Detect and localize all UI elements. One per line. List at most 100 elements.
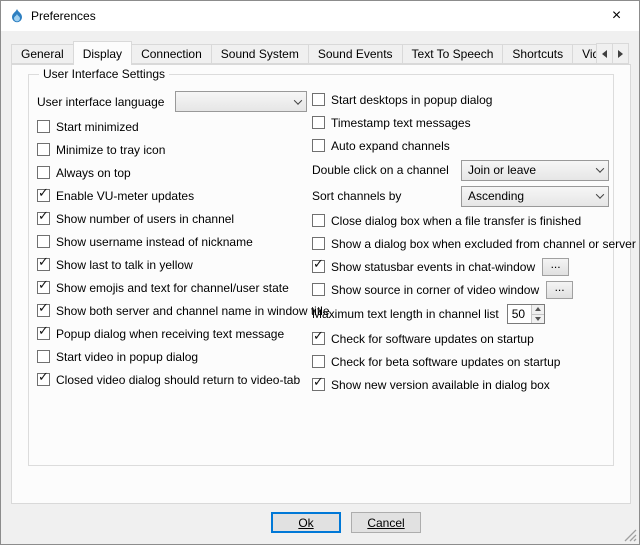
tab-label: Connection — [141, 47, 202, 61]
checkmark-icon — [38, 209, 49, 224]
left-column: User interface language Start minimized — [37, 88, 313, 391]
right-checkbox-list-mid: Close dialog box when a file transfer is… — [312, 209, 609, 301]
user-interface-settings-group: User Interface Settings User interface l… — [28, 74, 614, 466]
checkbox-row: Start video in popup dialog — [37, 345, 313, 368]
checkbox-row: Start desktops in popup dialog — [312, 88, 609, 111]
checkbox-row: Show username instead of nickname — [37, 230, 313, 253]
group-title: User Interface Settings — [39, 67, 169, 81]
checkmark-icon — [38, 370, 49, 385]
checkbox-label: Closed video dialog should return to vid… — [56, 373, 300, 387]
checkbox[interactable] — [312, 332, 325, 345]
language-dropdown[interactable] — [175, 91, 307, 112]
checkbox-label: Timestamp text messages — [331, 116, 471, 130]
chevron-down-icon — [596, 190, 604, 198]
checkbox[interactable] — [37, 281, 50, 294]
checkbox[interactable] — [37, 350, 50, 363]
checkbox-row: Check for beta software updates on start… — [312, 350, 609, 373]
checkbox[interactable] — [312, 283, 325, 296]
dropdown[interactable]: Join or leave — [461, 160, 609, 181]
right-checkbox-list-top: Start desktops in popup dialog Timestamp… — [312, 88, 609, 157]
checkbox-row: Show new version available in dialog box — [312, 373, 609, 396]
checkbox[interactable] — [37, 373, 50, 386]
checkbox[interactable] — [312, 214, 325, 227]
checkbox[interactable] — [312, 237, 325, 250]
close-button[interactable]: × — [594, 1, 639, 30]
checkbox-label: Show emojis and text for channel/user st… — [56, 281, 289, 295]
tab-label: Sound Events — [318, 47, 393, 61]
arrow-up-icon — [535, 307, 541, 311]
checkbox-label: Show a dialog box when excluded from cha… — [331, 237, 636, 251]
cancel-button-label: Cancel — [367, 516, 404, 530]
checkbox-row: Check for software updates on startup — [312, 327, 609, 350]
tab-label: Text To Speech — [412, 47, 494, 61]
checkbox[interactable] — [37, 235, 50, 248]
checkbox-row: Auto expand channels — [312, 134, 609, 157]
checkbox[interactable] — [37, 189, 50, 202]
checkbox-row: Show number of users in channel — [37, 207, 313, 230]
checkbox[interactable] — [37, 327, 50, 340]
checkbox[interactable] — [37, 143, 50, 156]
tab-bar: General Display Connection Sound System … — [11, 40, 629, 65]
checkbox[interactable] — [37, 258, 50, 271]
checkbox-row: Show last to talk in yellow — [37, 253, 313, 276]
checkbox-label: Auto expand channels — [331, 139, 450, 153]
checkbox-row: Popup dialog when receiving text message — [37, 322, 313, 345]
checkbox-label: Show statusbar events in chat-window — [331, 260, 535, 274]
checkbox-row: Show both server and channel name in win… — [37, 299, 313, 322]
tab-label: Shortcuts — [512, 47, 563, 61]
checkbox[interactable] — [37, 120, 50, 133]
checkmark-icon — [38, 324, 49, 339]
checkmark-icon — [38, 255, 49, 270]
arrow-down-icon — [535, 317, 541, 321]
chevron-down-icon — [596, 164, 604, 172]
checkbox[interactable] — [312, 260, 325, 273]
cancel-button[interactable]: Cancel — [351, 512, 421, 533]
ok-button-label: Ok — [298, 516, 313, 530]
checkbox[interactable] — [312, 93, 325, 106]
checkbox[interactable] — [37, 212, 50, 225]
spin-up-button[interactable] — [532, 305, 544, 315]
more-options-button[interactable]: ... — [542, 258, 569, 276]
checkbox-label: Show last to talk in yellow — [56, 258, 193, 272]
right-checkbox-list-bottom: Check for software updates on startup Ch… — [312, 327, 609, 396]
right-combo-list: Double click on a channel Join or leave … — [312, 157, 609, 209]
more-options-button[interactable]: ... — [546, 281, 573, 299]
max-text-length-row: Maximum text length in channel list 50 — [312, 301, 609, 327]
tab-label: General — [21, 47, 64, 61]
combo-label: Double click on a channel — [312, 163, 461, 177]
tab[interactable]: Sound System — [211, 44, 309, 64]
checkbox[interactable] — [312, 378, 325, 391]
checkbox[interactable] — [312, 139, 325, 152]
tab[interactable]: Display — [73, 41, 132, 65]
close-icon: × — [612, 7, 621, 25]
tab-label: Display — [83, 47, 122, 61]
chevron-right-icon — [618, 50, 623, 58]
checkbox[interactable] — [37, 304, 50, 317]
tab[interactable]: Connection — [131, 44, 212, 64]
window-title: Preferences — [31, 9, 96, 23]
tab[interactable]: Text To Speech — [402, 44, 504, 64]
preferences-dialog: Preferences × General Display Connection… — [0, 0, 640, 545]
checkbox[interactable] — [312, 116, 325, 129]
tab[interactable]: Sound Events — [308, 44, 403, 64]
dropdown[interactable]: Ascending — [461, 186, 609, 207]
tab-scroll-right-button[interactable] — [612, 43, 629, 64]
checkbox-label: Show username instead of nickname — [56, 235, 253, 249]
tab[interactable]: General — [11, 44, 74, 64]
left-checkbox-list: Start minimized Minimize to tray icon Al… — [37, 115, 313, 391]
tab[interactable]: Shortcuts — [502, 44, 573, 64]
right-column: Start desktops in popup dialog Timestamp… — [312, 88, 609, 396]
ok-button[interactable]: Ok — [271, 512, 341, 533]
checkmark-icon — [38, 301, 49, 316]
resize-grip[interactable] — [624, 529, 637, 542]
checkbox-label: Show both server and channel name in win… — [56, 304, 330, 318]
tab-scroll-left-button[interactable] — [596, 43, 613, 64]
max-text-length-spinbox[interactable]: 50 — [507, 304, 545, 324]
dialog-footer: Ok Cancel — [271, 512, 421, 533]
checkbox-label: Minimize to tray icon — [56, 143, 165, 157]
checkbox-label: Start minimized — [56, 120, 139, 134]
language-row: User interface language — [37, 88, 313, 115]
spin-down-button[interactable] — [532, 315, 544, 324]
checkbox[interactable] — [312, 355, 325, 368]
checkbox[interactable] — [37, 166, 50, 179]
